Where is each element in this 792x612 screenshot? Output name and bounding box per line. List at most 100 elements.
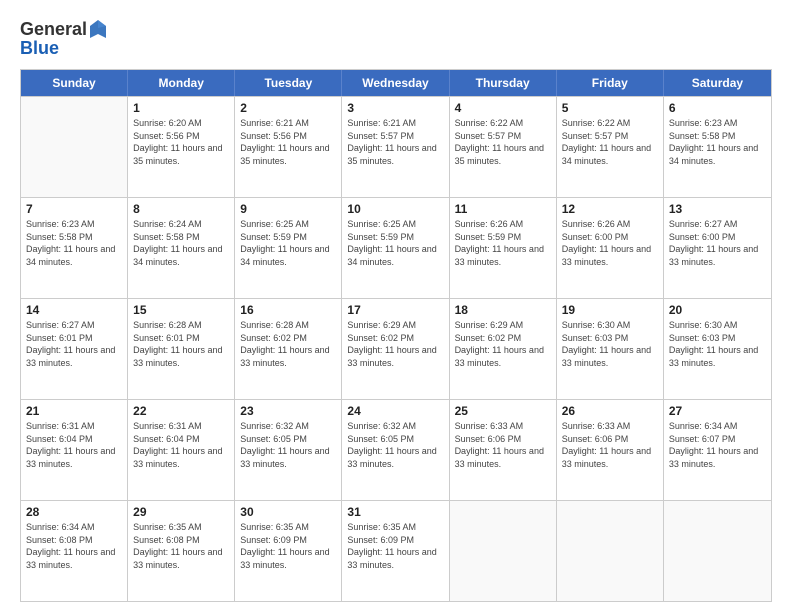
day-info: Sunrise: 6:32 AMSunset: 6:05 PMDaylight:… [240, 420, 336, 470]
day-number: 16 [240, 303, 336, 317]
calendar-body: 1Sunrise: 6:20 AMSunset: 5:56 PMDaylight… [21, 96, 771, 601]
day-number: 6 [669, 101, 766, 115]
day-info: Sunrise: 6:28 AMSunset: 6:01 PMDaylight:… [133, 319, 229, 369]
day-info: Sunrise: 6:25 AMSunset: 5:59 PMDaylight:… [240, 218, 336, 268]
calendar-week-5: 28Sunrise: 6:34 AMSunset: 6:08 PMDayligh… [21, 500, 771, 601]
day-info: Sunrise: 6:34 AMSunset: 6:08 PMDaylight:… [26, 521, 122, 571]
header-day-tuesday: Tuesday [235, 70, 342, 96]
day-info: Sunrise: 6:27 AMSunset: 6:00 PMDaylight:… [669, 218, 766, 268]
day-number: 30 [240, 505, 336, 519]
header-day-sunday: Sunday [21, 70, 128, 96]
day-cell-31: 31 Sunrise: 6:35 AMSunset: 6:09 PMDayligh… [342, 501, 449, 601]
day-number: 11 [455, 202, 551, 216]
day-cell-4: 4Sunrise: 6:22 AMSunset: 5:57 PMDaylight… [450, 97, 557, 197]
day-info: Sunrise: 6:23 AMSunset: 5:58 PMDaylight:… [26, 218, 122, 268]
day-cell-25: 25 Sunrise: 6:33 AMSunset: 6:06 PMDayligh… [450, 400, 557, 500]
day-cell-14: 14Sunrise: 6:27 AMSunset: 6:01 PMDayligh… [21, 299, 128, 399]
day-cell-6: 6 Sunrise: 6:23 AMSunset: 5:58 PMDaylight… [664, 97, 771, 197]
day-info: Sunrise: 6:26 AMSunset: 5:59 PMDaylight:… [455, 218, 551, 268]
day-cell-17: 17Sunrise: 6:29 AMSunset: 6:02 PMDayligh… [342, 299, 449, 399]
day-cell-22: 22 Sunrise: 6:31 AMSunset: 6:04 PMDayligh… [128, 400, 235, 500]
day-cell-23: 23 Sunrise: 6:32 AMSunset: 6:05 PMDayligh… [235, 400, 342, 500]
day-number: 17 [347, 303, 443, 317]
day-number: 10 [347, 202, 443, 216]
day-number: 1 [133, 101, 229, 115]
day-cell-11: 11 Sunrise: 6:26 AMSunset: 5:59 PMDayligh… [450, 198, 557, 298]
day-cell-30: 30 Sunrise: 6:35 AMSunset: 6:09 PMDayligh… [235, 501, 342, 601]
day-number: 3 [347, 101, 443, 115]
day-info: Sunrise: 6:30 AMSunset: 6:03 PMDaylight:… [562, 319, 658, 369]
header-day-thursday: Thursday [450, 70, 557, 96]
header-day-monday: Monday [128, 70, 235, 96]
day-info: Sunrise: 6:33 AMSunset: 6:06 PMDaylight:… [562, 420, 658, 470]
header-day-friday: Friday [557, 70, 664, 96]
day-info: Sunrise: 6:30 AMSunset: 6:03 PMDaylight:… [669, 319, 766, 369]
day-cell-5: 5Sunrise: 6:22 AMSunset: 5:57 PMDaylight… [557, 97, 664, 197]
header-day-saturday: Saturday [664, 70, 771, 96]
day-cell-29: 29 Sunrise: 6:35 AMSunset: 6:08 PMDayligh… [128, 501, 235, 601]
page: General Blue SundayMondayTuesdayWednesda… [0, 0, 792, 612]
day-number: 20 [669, 303, 766, 317]
day-number: 12 [562, 202, 658, 216]
day-info: Sunrise: 6:28 AMSunset: 6:02 PMDaylight:… [240, 319, 336, 369]
day-number: 13 [669, 202, 766, 216]
day-info: Sunrise: 6:31 AMSunset: 6:04 PMDaylight:… [133, 420, 229, 470]
day-number: 23 [240, 404, 336, 418]
day-info: Sunrise: 6:24 AMSunset: 5:58 PMDaylight:… [133, 218, 229, 268]
day-info: Sunrise: 6:25 AMSunset: 5:59 PMDaylight:… [347, 218, 443, 268]
empty-cell [450, 501, 557, 601]
logo-blue-text: Blue [20, 38, 107, 59]
day-info: Sunrise: 6:29 AMSunset: 6:02 PMDaylight:… [455, 319, 551, 369]
page-header: General Blue [20, 18, 772, 59]
day-number: 29 [133, 505, 229, 519]
day-info: Sunrise: 6:26 AMSunset: 6:00 PMDaylight:… [562, 218, 658, 268]
day-info: Sunrise: 6:33 AMSunset: 6:06 PMDaylight:… [455, 420, 551, 470]
logo: General Blue [20, 18, 107, 59]
day-cell-15: 15 Sunrise: 6:28 AMSunset: 6:01 PMDayligh… [128, 299, 235, 399]
day-cell-24: 24Sunrise: 6:32 AMSunset: 6:05 PMDayligh… [342, 400, 449, 500]
day-info: Sunrise: 6:21 AMSunset: 5:57 PMDaylight:… [347, 117, 443, 167]
day-info: Sunrise: 6:22 AMSunset: 5:57 PMDaylight:… [562, 117, 658, 167]
day-cell-10: 10 Sunrise: 6:25 AMSunset: 5:59 PMDayligh… [342, 198, 449, 298]
day-number: 8 [133, 202, 229, 216]
day-number: 15 [133, 303, 229, 317]
day-info: Sunrise: 6:21 AMSunset: 5:56 PMDaylight:… [240, 117, 336, 167]
empty-cell [557, 501, 664, 601]
day-number: 14 [26, 303, 122, 317]
calendar: SundayMondayTuesdayWednesdayThursdayFrid… [20, 69, 772, 602]
calendar-header: SundayMondayTuesdayWednesdayThursdayFrid… [21, 70, 771, 96]
day-info: Sunrise: 6:31 AMSunset: 6:04 PMDaylight:… [26, 420, 122, 470]
header-day-wednesday: Wednesday [342, 70, 449, 96]
day-cell-9: 9 Sunrise: 6:25 AMSunset: 5:59 PMDaylight… [235, 198, 342, 298]
day-number: 26 [562, 404, 658, 418]
day-cell-12: 12 Sunrise: 6:26 AMSunset: 6:00 PMDayligh… [557, 198, 664, 298]
day-cell-26: 26 Sunrise: 6:33 AMSunset: 6:06 PMDayligh… [557, 400, 664, 500]
day-cell-2: 2 Sunrise: 6:21 AMSunset: 5:56 PMDaylight… [235, 97, 342, 197]
day-info: Sunrise: 6:23 AMSunset: 5:58 PMDaylight:… [669, 117, 766, 167]
day-number: 9 [240, 202, 336, 216]
day-cell-21: 21Sunrise: 6:31 AMSunset: 6:04 PMDayligh… [21, 400, 128, 500]
day-cell-27: 27Sunrise: 6:34 AMSunset: 6:07 PMDayligh… [664, 400, 771, 500]
day-cell-20: 20 Sunrise: 6:30 AMSunset: 6:03 PMDayligh… [664, 299, 771, 399]
logo-icon [89, 18, 107, 40]
day-info: Sunrise: 6:35 AMSunset: 6:09 PMDaylight:… [347, 521, 443, 571]
day-info: Sunrise: 6:22 AMSunset: 5:57 PMDaylight:… [455, 117, 551, 167]
day-cell-7: 7 Sunrise: 6:23 AMSunset: 5:58 PMDaylight… [21, 198, 128, 298]
day-cell-3: 3 Sunrise: 6:21 AMSunset: 5:57 PMDaylight… [342, 97, 449, 197]
day-number: 2 [240, 101, 336, 115]
day-info: Sunrise: 6:35 AMSunset: 6:08 PMDaylight:… [133, 521, 229, 571]
empty-cell [664, 501, 771, 601]
day-cell-18: 18 Sunrise: 6:29 AMSunset: 6:02 PMDayligh… [450, 299, 557, 399]
day-info: Sunrise: 6:35 AMSunset: 6:09 PMDaylight:… [240, 521, 336, 571]
calendar-week-3: 14Sunrise: 6:27 AMSunset: 6:01 PMDayligh… [21, 298, 771, 399]
day-cell-28: 28Sunrise: 6:34 AMSunset: 6:08 PMDayligh… [21, 501, 128, 601]
day-number: 25 [455, 404, 551, 418]
day-number: 22 [133, 404, 229, 418]
day-info: Sunrise: 6:32 AMSunset: 6:05 PMDaylight:… [347, 420, 443, 470]
day-number: 18 [455, 303, 551, 317]
day-info: Sunrise: 6:34 AMSunset: 6:07 PMDaylight:… [669, 420, 766, 470]
calendar-week-4: 21Sunrise: 6:31 AMSunset: 6:04 PMDayligh… [21, 399, 771, 500]
calendar-week-1: 1Sunrise: 6:20 AMSunset: 5:56 PMDaylight… [21, 96, 771, 197]
day-number: 7 [26, 202, 122, 216]
day-number: 31 [347, 505, 443, 519]
